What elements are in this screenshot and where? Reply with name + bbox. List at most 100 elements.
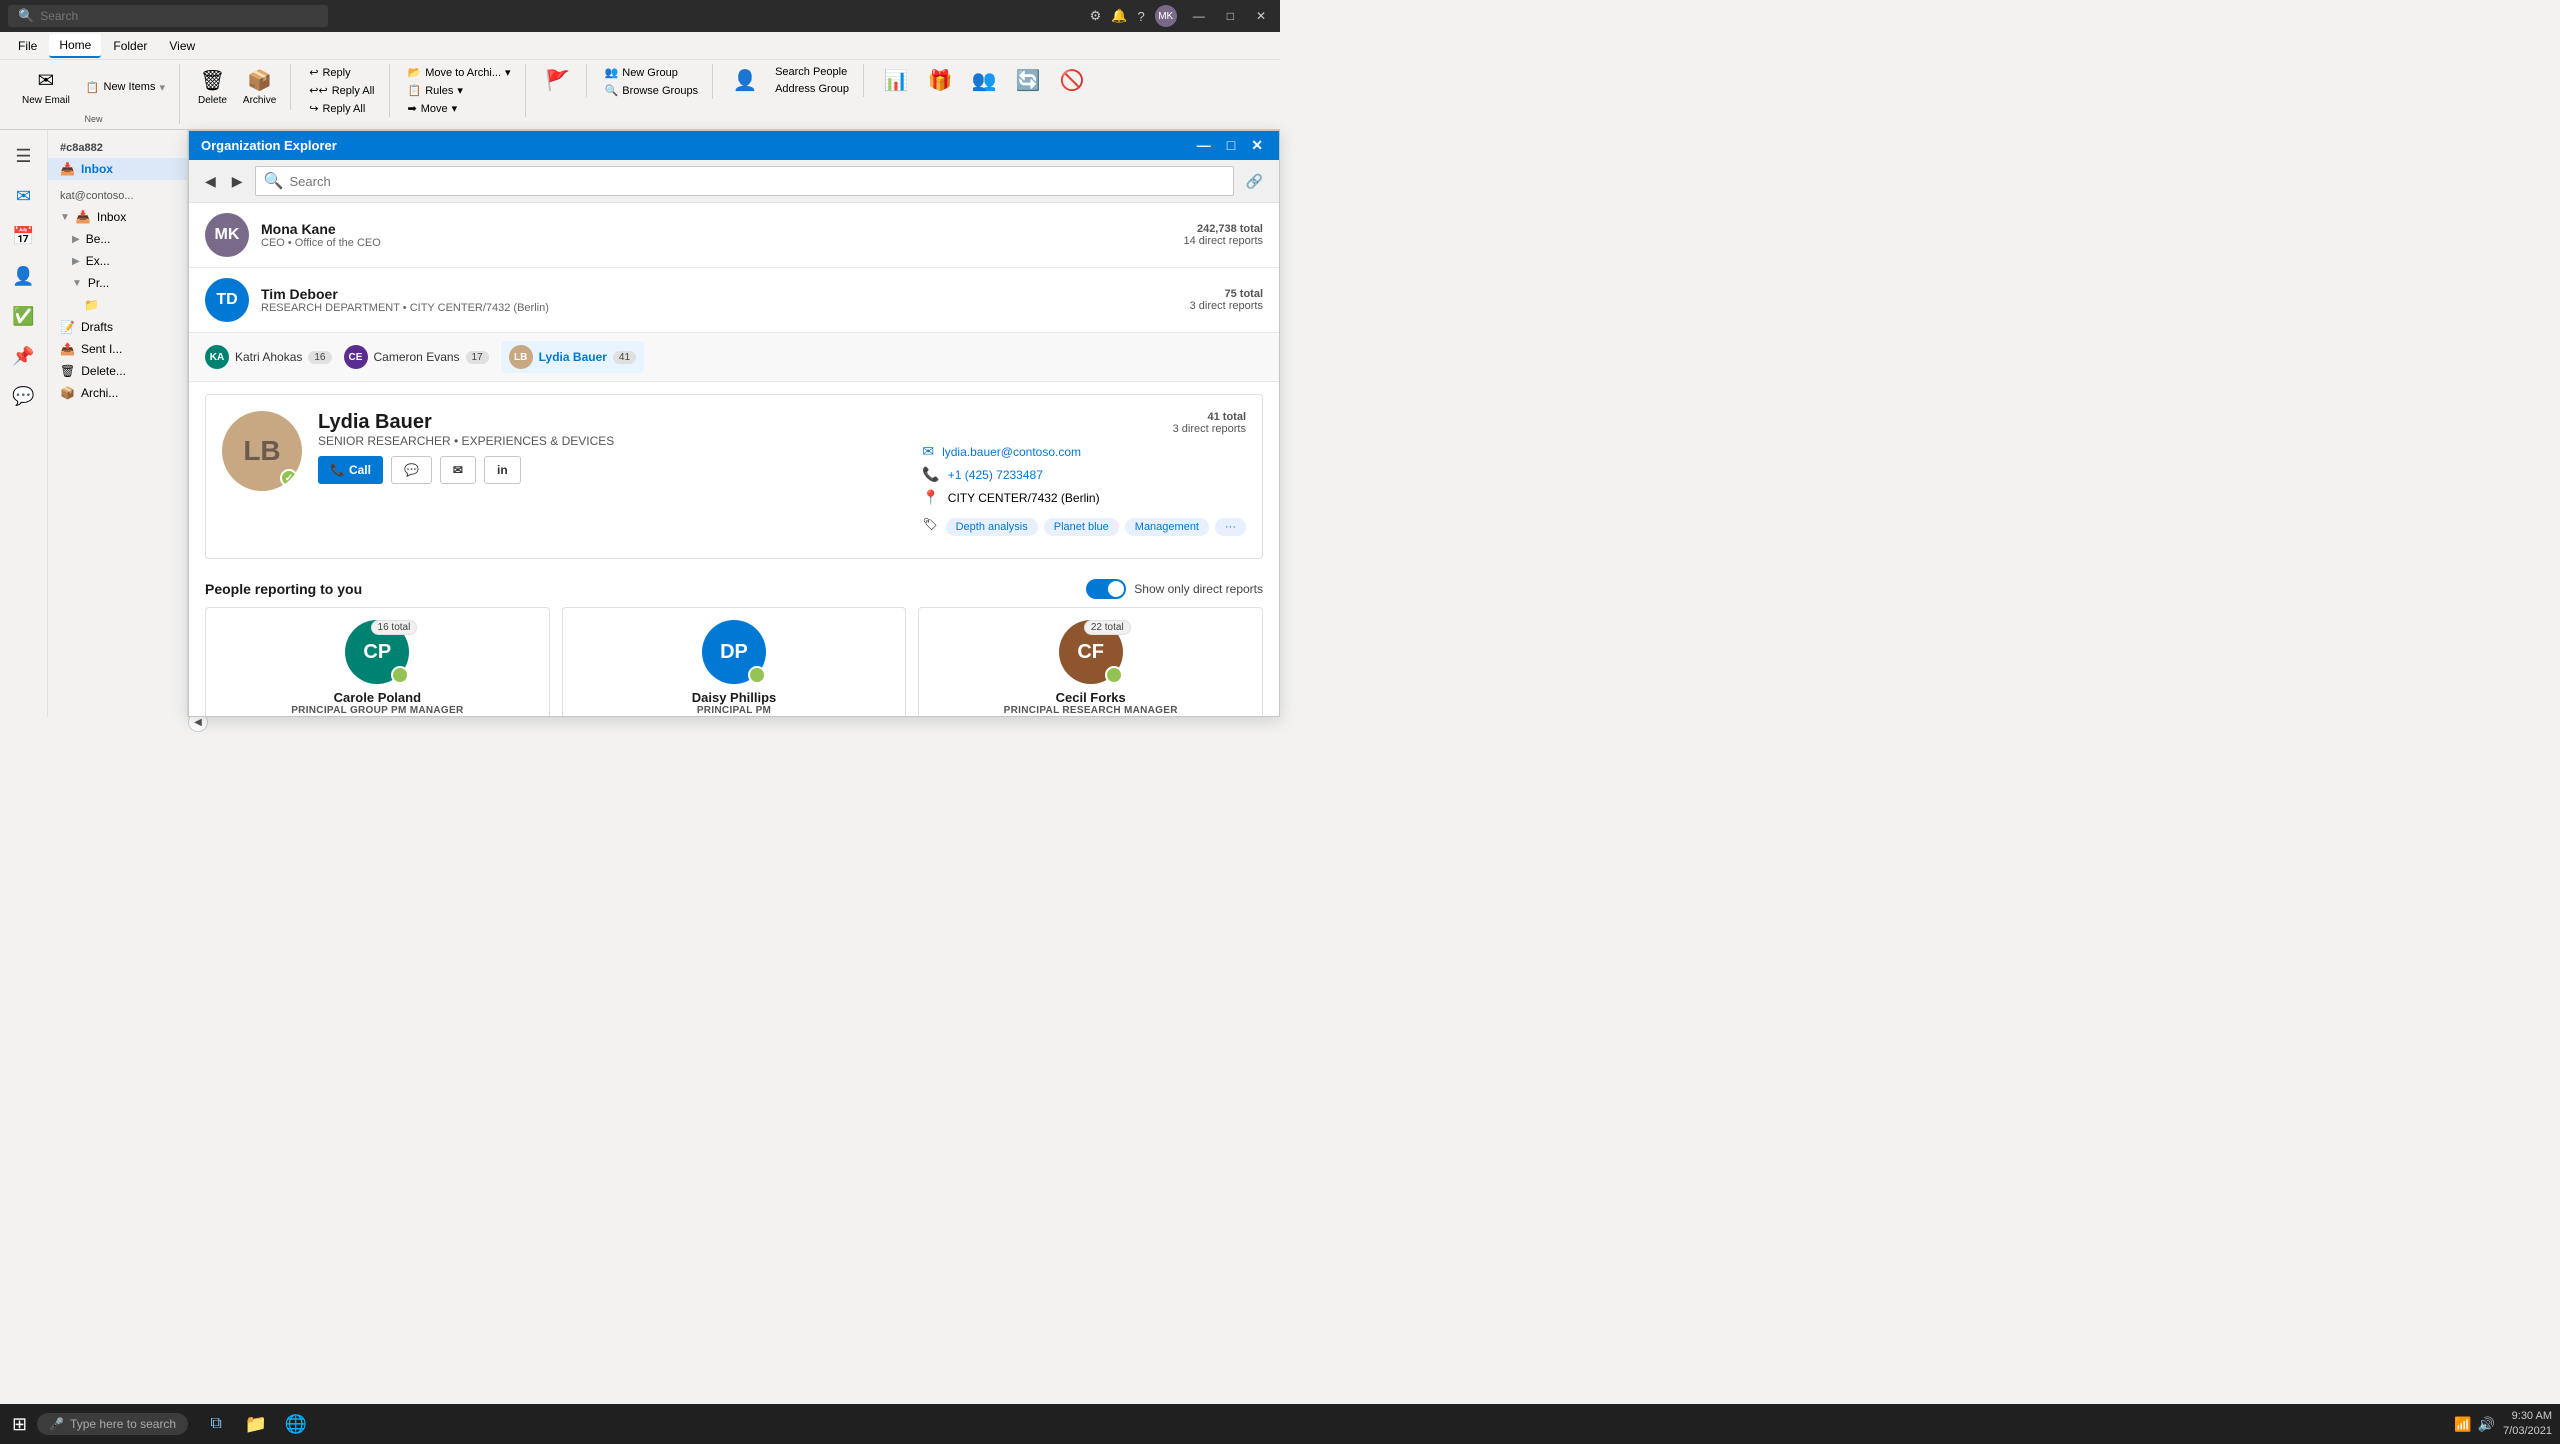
start-button[interactable]: ⊞ xyxy=(8,1410,31,1439)
minimize-button[interactable]: — xyxy=(1187,9,1211,23)
carole-avatar-wrap: CP 16 total xyxy=(345,620,409,684)
network-icon[interactable]: 📶 xyxy=(2454,1416,2471,1433)
taskbar-clock[interactable]: 9:30 AM 7/03/2021 xyxy=(2503,1409,2552,1440)
call-button[interactable]: 📞 Call xyxy=(318,456,383,484)
tim-title: RESEARCH DEPARTMENT • CITY CENTER/7432 (… xyxy=(261,302,1190,314)
nav-notes[interactable]: 📌 xyxy=(6,338,42,374)
new-items-button[interactable]: 📋 New Items ▾ xyxy=(80,79,171,96)
ribbon-extra-4[interactable]: 🔄 xyxy=(1008,64,1048,97)
ribbon-extra-2[interactable]: 🎁 xyxy=(920,64,960,97)
ribbon-extra-5[interactable]: 🚫 xyxy=(1052,64,1092,97)
cecil-role: PRINCIPAL RESEARCH MANAGER xyxy=(1004,705,1178,716)
folder-inbox-main[interactable]: ▼ 📥 Inbox xyxy=(48,206,187,228)
user-avatar-icon[interactable]: MK xyxy=(1155,5,1177,27)
folder-sub-folder[interactable]: 📁 xyxy=(48,294,187,316)
contact-total: 41 total xyxy=(922,411,1246,423)
nav-mail[interactable]: ✉ xyxy=(6,178,42,214)
taskbar-taskview[interactable]: ⧉ xyxy=(198,1406,234,1442)
delete-button[interactable]: 🗑 Delete xyxy=(192,64,233,110)
ribbon-extra-2-icon: 🎁 xyxy=(928,68,953,93)
flag-button[interactable]: 🚩 xyxy=(538,64,578,97)
direct-reports-toggle[interactable] xyxy=(1086,579,1126,599)
chat-button[interactable]: 💬 xyxy=(391,456,432,484)
menu-folder[interactable]: Folder xyxy=(103,35,157,57)
nav-chat[interactable]: 💬 xyxy=(6,378,42,414)
address-group-button[interactable]: Address Group xyxy=(769,81,855,97)
nav-tasks[interactable]: ✅ xyxy=(6,298,42,334)
org-share-button[interactable]: 🔗 xyxy=(1242,169,1267,194)
org-close-button[interactable]: ✕ xyxy=(1247,137,1267,154)
title-bar-search-box[interactable]: 🔍 xyxy=(8,5,328,27)
contact-main: Lydia Bauer SENIOR RESEARCHER • EXPERIEN… xyxy=(318,411,906,542)
folder-sub-pr[interactable]: ▼ Pr... xyxy=(48,272,187,294)
ribbon-extra-3[interactable]: 👥 xyxy=(964,64,1004,97)
email-action-button[interactable]: ✉ xyxy=(440,456,476,484)
org-minimize-button[interactable]: — xyxy=(1193,137,1215,154)
folder-sub-be-label: Be... xyxy=(86,232,111,246)
org-explorer-titlebar: Organization Explorer — □ ✕ xyxy=(189,131,1279,160)
org-maximize-button[interactable]: □ xyxy=(1223,137,1239,154)
bc-lydia[interactable]: LB Lydia Bauer 41 xyxy=(501,341,644,373)
person-row-tim[interactable]: TD Tim Deboer RESEARCH DEPARTMENT • CITY… xyxy=(189,268,1279,333)
folder-sub-be[interactable]: ▶ Be... xyxy=(48,228,187,250)
org-search-box[interactable]: 🔍 xyxy=(255,166,1234,196)
tim-name: Tim Deboer xyxy=(261,286,1190,302)
reply-button[interactable]: ↩ Reply xyxy=(303,64,380,81)
help-icon[interactable]: ? xyxy=(1137,9,1144,24)
move-to-archive-button[interactable]: 📂 Move to Archi... ▾ xyxy=(402,64,517,81)
title-search-input[interactable] xyxy=(40,9,318,23)
folder-drafts[interactable]: 📝 Drafts xyxy=(48,316,187,338)
folder-inbox-favorite[interactable]: 📥 Inbox xyxy=(48,158,187,180)
report-card-carole[interactable]: CP 16 total Carole Poland PRINCIPAL GROU… xyxy=(205,607,550,716)
rules-button[interactable]: 📋 Rules ▾ xyxy=(402,82,517,99)
folder-sent[interactable]: 📤 Sent I... xyxy=(48,338,187,360)
deleted-icon: 🗑 xyxy=(60,364,75,378)
folder-sub-ex[interactable]: ▶ Ex... xyxy=(48,250,187,272)
taskview-icon: ⧉ xyxy=(210,1415,221,1433)
org-back-button[interactable]: ◀ xyxy=(201,169,220,194)
people-search-btn[interactable]: 👤 xyxy=(725,64,765,97)
email-link[interactable]: lydia.bauer@contoso.com xyxy=(942,445,1081,459)
org-search-bar: ◀ ▶ 🔍 🔗 xyxy=(189,160,1279,203)
nav-hamburger[interactable]: ☰ xyxy=(6,138,42,174)
linkedin-button[interactable]: in xyxy=(484,456,521,484)
taskbar-edge[interactable]: 🌐 xyxy=(278,1406,314,1442)
nav-people[interactable]: 👤 xyxy=(6,258,42,294)
move-button[interactable]: ➡ Move ▾ xyxy=(402,100,517,117)
folder-archive[interactable]: 📦 Archi... xyxy=(48,382,187,404)
person-row-mona[interactable]: MK Mona Kane CEO • Office of the CEO 242… xyxy=(189,203,1279,268)
tag-planet[interactable]: Planet blue xyxy=(1044,518,1119,536)
report-card-daisy[interactable]: DP Daisy Phillips PRINCIPAL PM EXPERIENC… xyxy=(562,607,907,716)
ribbon-extra-1[interactable]: 📊 xyxy=(876,64,916,97)
notifications-icon[interactable]: 🔔 xyxy=(1111,8,1127,24)
nav-calendar[interactable]: 📅 xyxy=(6,218,42,254)
close-button[interactable]: ✕ xyxy=(1250,9,1272,23)
reports-section-header: People reporting to you Show only direct… xyxy=(189,571,1279,607)
menu-view[interactable]: View xyxy=(159,35,205,57)
archive-button[interactable]: 📦 Archive xyxy=(237,64,282,110)
tag-mgmt[interactable]: Management xyxy=(1125,518,1209,536)
search-people-label: Search People xyxy=(775,66,847,78)
new-email-button[interactable]: ✉ New Email xyxy=(16,64,76,110)
maximize-button[interactable]: □ xyxy=(1221,9,1240,23)
search-people-button[interactable]: Search People xyxy=(769,64,855,80)
bc-cameron[interactable]: CE Cameron Evans 17 xyxy=(344,345,489,369)
org-forward-button[interactable]: ▶ xyxy=(228,169,247,194)
ribbon-extra-3-icon: 👥 xyxy=(972,68,997,93)
menu-home[interactable]: Home xyxy=(49,34,101,58)
settings-icon[interactable]: ⚙ xyxy=(1090,8,1102,24)
browse-groups-button[interactable]: 🔍 Browse Groups xyxy=(599,82,705,99)
taskbar-file-explorer[interactable]: 📁 xyxy=(238,1406,274,1442)
taskbar-search[interactable]: 🎤 Type here to search xyxy=(37,1413,188,1435)
menu-file[interactable]: File xyxy=(8,35,47,57)
volume-icon[interactable]: 🔊 xyxy=(2478,1416,2495,1433)
tag-depth[interactable]: Depth analysis xyxy=(946,518,1038,536)
org-search-input[interactable] xyxy=(289,174,1224,189)
new-group-button[interactable]: 👥 New Group xyxy=(599,64,705,81)
bc-katri[interactable]: KA Katri Ahokas 16 xyxy=(205,345,332,369)
forward-button[interactable]: ↪ Reply All xyxy=(303,100,380,117)
report-card-cecil[interactable]: CF 22 total Cecil Forks PRINCIPAL RESEAR… xyxy=(918,607,1263,716)
folder-deleted[interactable]: 🗑 Delete... xyxy=(48,360,187,382)
tag-more[interactable]: ··· xyxy=(1215,518,1246,536)
reply-all-button[interactable]: ↩↩ Reply All xyxy=(303,82,380,99)
